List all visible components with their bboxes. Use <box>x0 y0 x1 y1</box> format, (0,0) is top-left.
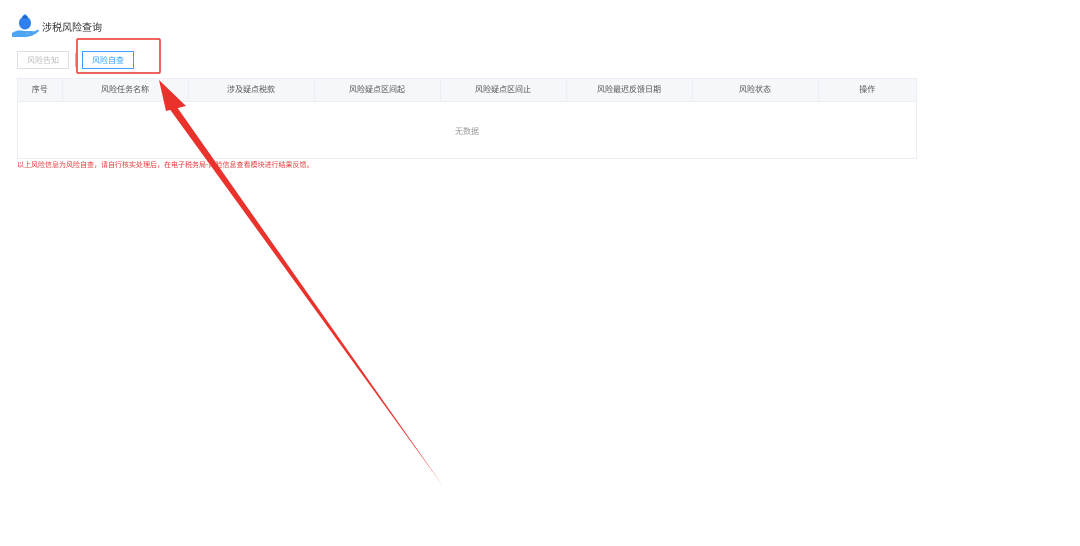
column-header-tax-amount: 涉及疑点税款 <box>188 79 315 102</box>
column-header-task-name: 风险任务名称 <box>62 79 189 102</box>
column-header-actions: 操作 <box>818 79 916 102</box>
table-header-row: 序号 风险任务名称 涉及疑点税款 风险疑点区间起 风险疑点区间止 风险最迟反馈日… <box>18 79 916 102</box>
tab-bar: 风险告知 风险自查 <box>17 51 134 69</box>
tab-risk-self-check[interactable]: 风险自查 <box>82 51 134 69</box>
column-header-feedback-deadline: 风险最迟反馈日期 <box>566 79 693 102</box>
page: 涉税风险查询 风险告知 风险自查 序号 风险任务名称 涉及疑点税款 风险疑点区间… <box>0 0 1080 546</box>
column-header-period-start: 风险疑点区间起 <box>314 79 441 102</box>
column-header-index: 序号 <box>18 79 63 102</box>
column-header-risk-status: 风险状态 <box>692 79 819 102</box>
empty-text: 无数据 <box>455 126 479 136</box>
table-empty-row: 无数据 <box>18 101 916 161</box>
page-title: 涉税风险查询 <box>42 22 102 34</box>
money-bag-hand-icon <box>10 12 40 40</box>
tab-risk-notification[interactable]: 风险告知 <box>17 51 69 69</box>
column-header-period-end: 风险疑点区间止 <box>440 79 567 102</box>
page-header: 涉税风险查询 <box>10 12 102 40</box>
self-check-note: 以上风险信息为风险自查，请自行核实处理后，在电子税务局-风险信息查看模块进行结果… <box>17 161 314 169</box>
risk-table: 序号 风险任务名称 涉及疑点税款 风险疑点区间起 风险疑点区间止 风险最迟反馈日… <box>17 78 917 159</box>
tab-divider <box>75 53 76 67</box>
